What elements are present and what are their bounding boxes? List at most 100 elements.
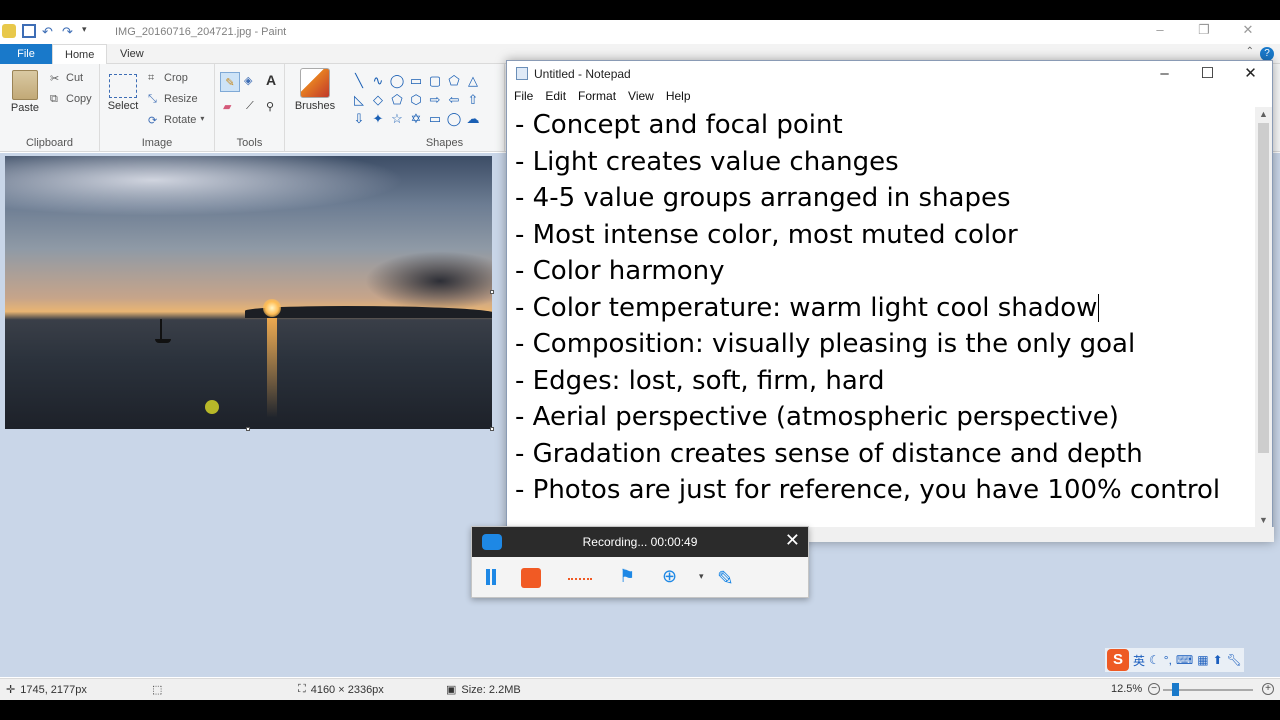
ime-language-indicator[interactable]: 英 <box>1133 652 1145 669</box>
fill-icon[interactable]: ◈ <box>244 74 252 87</box>
save-icon[interactable] <box>22 24 36 38</box>
resize-button[interactable]: ⤡ Resize <box>148 93 198 105</box>
wrench-icon[interactable]: 🔧︎ <box>1227 653 1242 667</box>
menu-edit[interactable]: Edit <box>539 89 572 107</box>
five-point-star-shape-icon[interactable]: ☆ <box>388 110 406 128</box>
zoom-slider-thumb[interactable] <box>1172 683 1179 696</box>
menu-format[interactable]: Format <box>572 89 622 107</box>
zoom-in-icon[interactable]: + <box>1262 683 1274 695</box>
clipboard-group-label: Clipboard <box>25 137 74 149</box>
help-icon[interactable]: ? <box>1260 47 1274 61</box>
rotate-button[interactable]: ⟳ Rotate ▾ <box>148 114 212 127</box>
four-point-star-shape-icon[interactable]: ✦ <box>369 110 387 128</box>
triangle-shape-icon[interactable]: △ <box>464 72 482 90</box>
scrollbar-thumb[interactable] <box>1258 123 1269 453</box>
collapse-ribbon-icon[interactable]: ⌃ <box>1246 46 1254 57</box>
photo-sun <box>263 299 281 317</box>
select-button[interactable]: Select <box>106 70 140 112</box>
notepad-close-button[interactable]: ✕ <box>1229 61 1272 87</box>
text-tool-icon[interactable]: A <box>266 72 276 88</box>
shapes-gallery[interactable]: ╲ ∿ ◯ ▭ ▢ ⬠ △ ◺ ◇ ⬠ ⬡ ⇨ ⇦ ⇧ ⇩ ✦ ☆ ✡ ▭ ◯ … <box>350 72 490 128</box>
hexagon-shape-icon[interactable]: ⬡ <box>407 91 425 109</box>
sogou-logo-icon[interactable]: S <box>1107 649 1129 671</box>
chevron-down-icon[interactable]: ▾ <box>699 571 707 593</box>
sunset-photo[interactable] <box>5 156 492 429</box>
cut-button[interactable]: ✂ Cut <box>50 72 83 85</box>
menu-file[interactable]: File <box>507 89 539 107</box>
cursor-position: ✛ 1745, 2177px <box>6 683 87 697</box>
notepad-vertical-scrollbar[interactable]: ▲ ▼ <box>1255 107 1272 527</box>
customize-qat-icon[interactable]: ▾ <box>82 24 96 38</box>
zoom-out-icon[interactable]: − <box>1148 683 1160 695</box>
text-line: - Aerial perspective (atmospheric perspe… <box>515 402 1119 432</box>
curve-shape-icon[interactable]: ∿ <box>369 72 387 90</box>
menu-view[interactable]: View <box>622 89 660 107</box>
right-arrow-shape-icon[interactable]: ⇨ <box>426 91 444 109</box>
paint-close-button[interactable]: ✕ <box>1226 22 1270 38</box>
eraser-icon[interactable]: ▰ <box>223 100 231 113</box>
scroll-up-icon[interactable]: ▲ <box>1255 109 1272 119</box>
resize-handle-right[interactable] <box>490 290 494 294</box>
notepad-minimize-button[interactable]: – <box>1143 61 1186 87</box>
image-group-label: Image <box>141 137 173 149</box>
redo-icon[interactable]: ↷ <box>62 24 76 39</box>
up-arrow-shape-icon[interactable]: ⇧ <box>464 91 482 109</box>
photo-boat-hull <box>155 339 171 343</box>
left-arrow-shape-icon[interactable]: ⇦ <box>445 91 463 109</box>
pause-icon[interactable] <box>484 566 498 588</box>
punctuation-icon[interactable]: °, <box>1164 653 1172 667</box>
menu-help[interactable]: Help <box>660 89 697 107</box>
zoom-level: 12.5% <box>1111 683 1143 695</box>
paint-minimize-button[interactable]: – <box>1138 22 1182 38</box>
keyboard-icon[interactable]: ⌨ <box>1176 653 1193 667</box>
paste-icon <box>12 70 38 100</box>
down-arrow-shape-icon[interactable]: ⇩ <box>350 110 368 128</box>
tab-view[interactable]: View <box>108 44 156 64</box>
pentagon-shape-icon[interactable]: ⬠ <box>388 91 406 109</box>
audio-level-icon[interactable] <box>568 566 592 580</box>
callout-rect-shape-icon[interactable]: ▭ <box>426 110 444 128</box>
close-icon[interactable]: ✕ <box>785 530 800 551</box>
recorder-header: Recording... 00:00:49 ✕ <box>472 527 808 557</box>
oval-shape-icon[interactable]: ◯ <box>388 72 406 90</box>
pencil-icon[interactable]: ✎ <box>220 72 240 92</box>
rectangle-shape-icon[interactable]: ▭ <box>407 72 425 90</box>
paint-title-bar: ↶ ↷ ▾ IMG_20160716_204721.jpg - Paint – … <box>0 20 1280 44</box>
brush-icon <box>300 68 330 98</box>
magnifier-icon[interactable]: ⚲ <box>266 100 274 113</box>
rotate-icon: ⟳ <box>148 115 158 127</box>
callout-oval-shape-icon[interactable]: ◯ <box>445 110 463 128</box>
resize-handle-bottom[interactable] <box>246 427 250 431</box>
recorder-widget: Recording... 00:00:49 ✕ ⚑ ⊕ ▾ ✎ <box>471 526 809 598</box>
copy-button[interactable]: ⧉ Copy <box>50 93 92 105</box>
scissors-icon: ✂ <box>50 73 60 85</box>
color-picker-icon[interactable]: ⟋ <box>246 100 254 113</box>
paint-restore-button[interactable]: ❐ <box>1182 22 1226 38</box>
add-webcam-icon[interactable]: ⊕ <box>662 566 684 588</box>
pen-icon[interactable]: ✎ <box>717 566 739 590</box>
quick-access-toolbar: ↶ ↷ ▾ <box>2 24 96 39</box>
tab-home[interactable]: Home <box>52 44 108 65</box>
stop-icon[interactable] <box>521 568 541 588</box>
right-triangle-shape-icon[interactable]: ◺ <box>350 91 368 109</box>
tab-file[interactable]: File <box>0 44 52 64</box>
undo-icon[interactable]: ↶ <box>42 24 56 39</box>
line-shape-icon[interactable]: ╲ <box>350 72 368 90</box>
scroll-down-icon[interactable]: ▼ <box>1255 515 1272 525</box>
rounded-rect-shape-icon[interactable]: ▢ <box>426 72 444 90</box>
moon-icon[interactable]: ☾ <box>1149 653 1160 667</box>
paste-button[interactable]: Paste <box>6 70 44 114</box>
toolbox-icon[interactable]: ⬆ <box>1213 653 1223 667</box>
crop-button[interactable]: ⌗ Crop <box>148 72 188 84</box>
diamond-shape-icon[interactable]: ◇ <box>369 91 387 109</box>
notepad-text-area[interactable]: - Concept and focal point - Light create… <box>515 107 1255 527</box>
brushes-button[interactable]: Brushes <box>291 68 339 112</box>
callout-cloud-shape-icon[interactable]: ☁ <box>464 110 482 128</box>
resize-handle-corner[interactable] <box>490 427 494 431</box>
marker-icon[interactable]: ⚑ <box>619 566 641 588</box>
chevron-down-icon: ▾ <box>200 114 205 123</box>
skin-icon[interactable]: ▦ <box>1197 653 1208 667</box>
polygon-shape-icon[interactable]: ⬠ <box>445 72 463 90</box>
notepad-maximize-button[interactable]: ☐ <box>1186 61 1229 87</box>
six-point-star-shape-icon[interactable]: ✡ <box>407 110 425 128</box>
